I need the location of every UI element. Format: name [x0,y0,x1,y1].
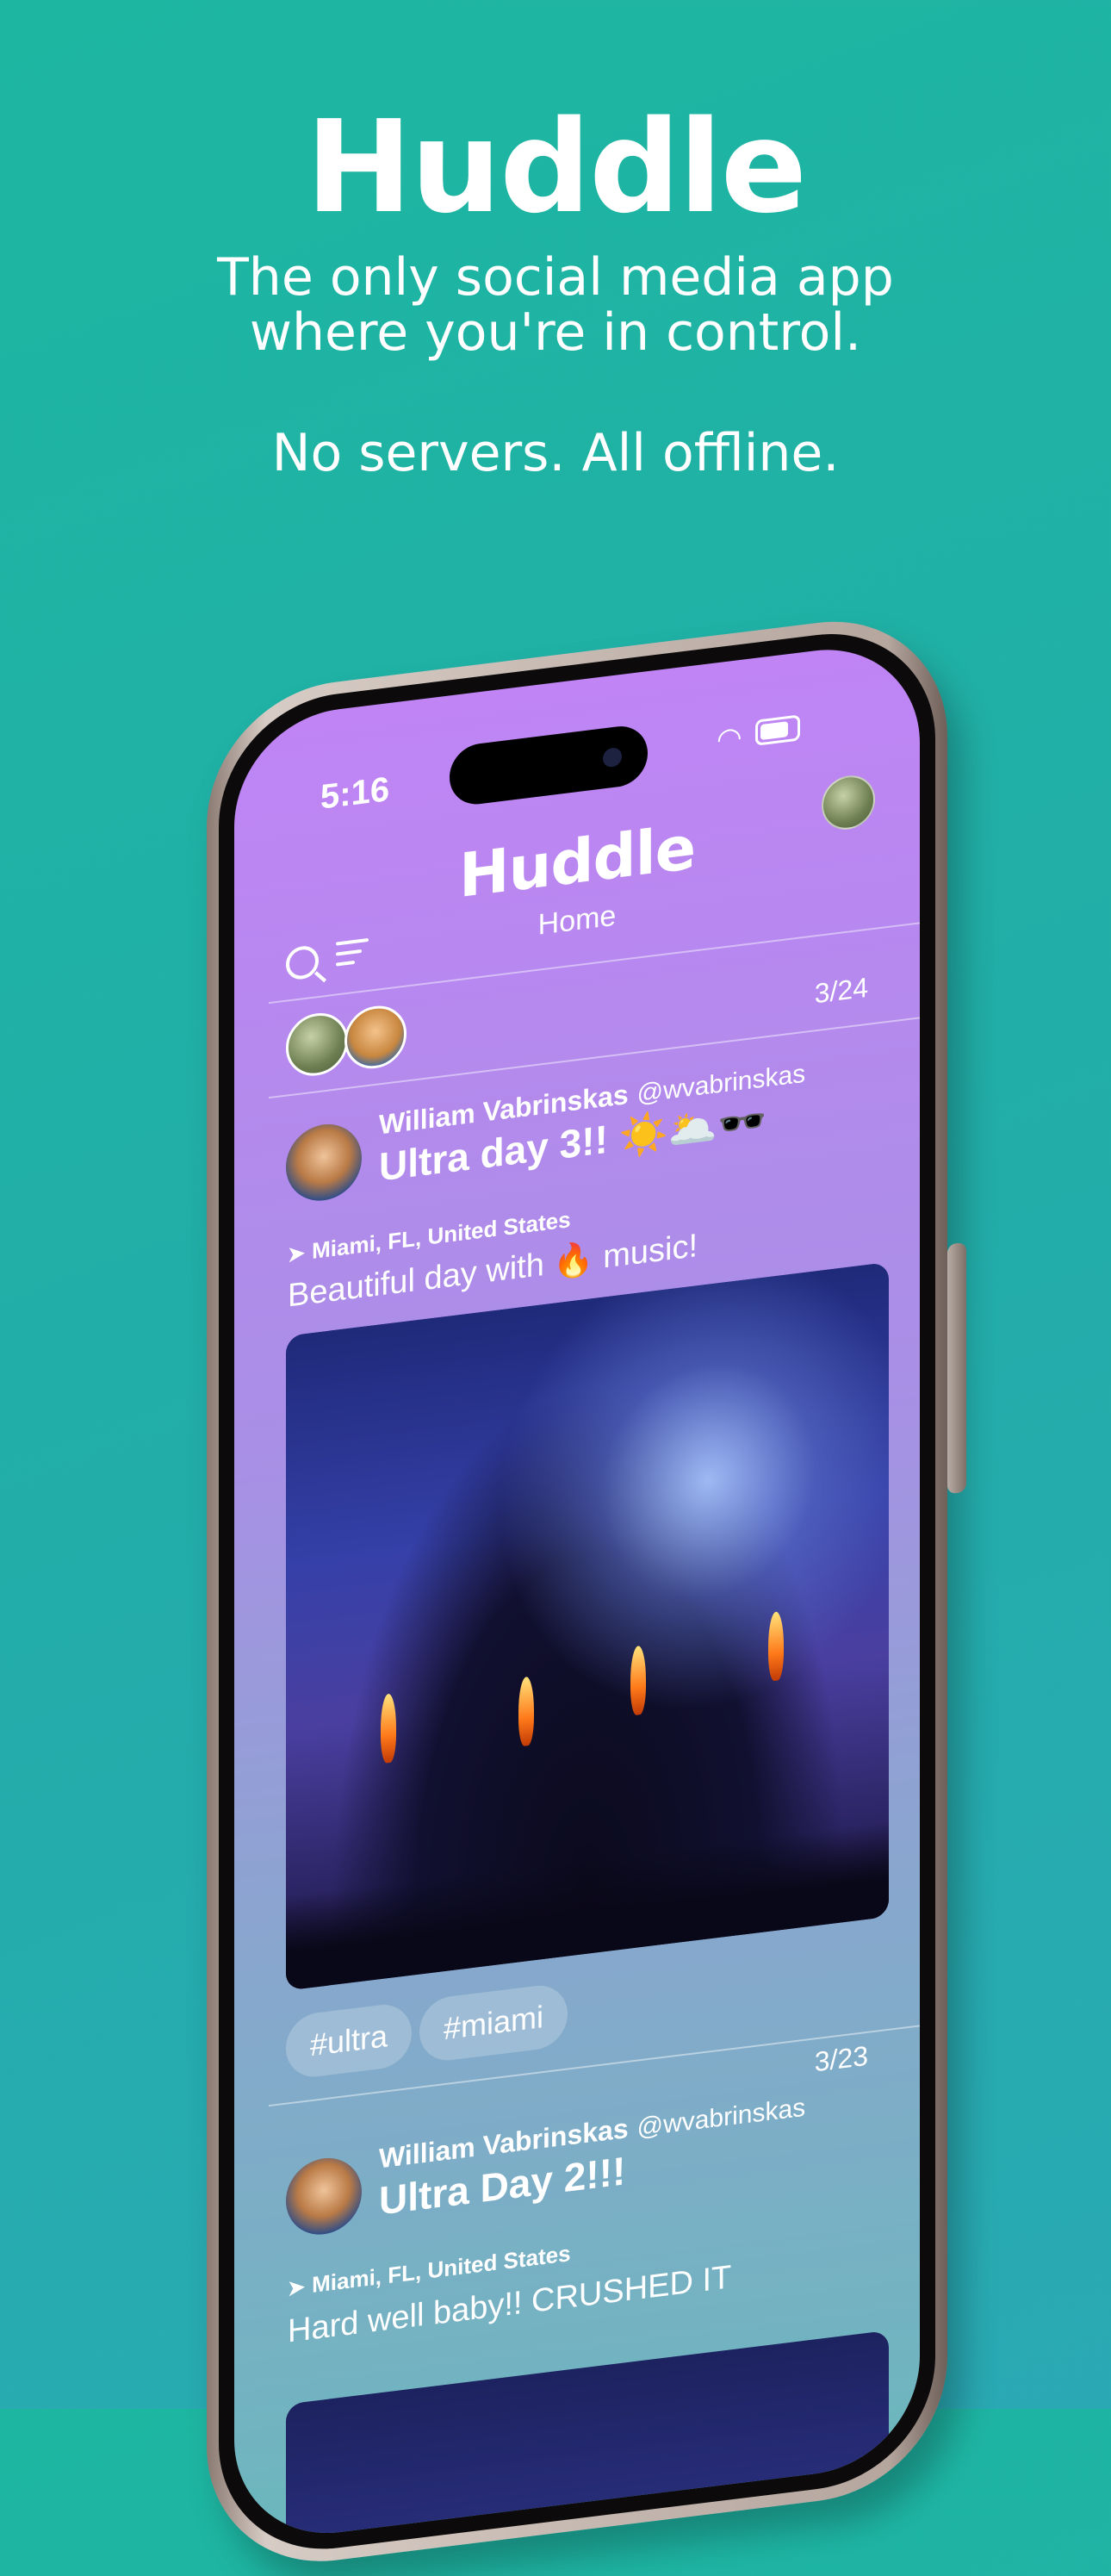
camera-icon [603,746,622,768]
pyro-flame [768,1610,784,1682]
dynamic-island [450,723,648,808]
story-avatar[interactable] [286,1009,348,1080]
hero-subtitle: The only social media app where you're i… [0,250,1111,360]
wifi-icon: ◠ [717,720,742,757]
hero-subtitle-line-2: where you're in control. [249,302,862,363]
post-card[interactable]: 3/24 William Vabrinskas @wvabrinskas Ultr… [234,638,920,2081]
post-date: 3/23 [814,2039,868,2078]
post-author-handle: @wvabrinskas [636,2093,806,2143]
battery-icon [755,714,800,746]
phone-side-button [947,1241,966,1495]
post-image[interactable] [286,1261,889,1991]
post-author-avatar[interactable] [286,2153,362,2239]
hero-title: Huddle [305,93,807,241]
pyro-flame [630,1645,646,1716]
phone-frame: 5:16 ◠ Huddle Home 3/24 William Vabrinsk… [207,607,966,2576]
status-time: 5:16 [320,769,390,817]
location-arrow-icon: ➤ [288,1241,306,1267]
tag-chip[interactable]: #ultra [286,2000,413,2081]
tag-chip[interactable]: #miami [419,1982,568,2064]
post-date: 3/24 [814,971,868,1010]
app-screen: 5:16 ◠ Huddle Home 3/24 William Vabrinsk… [234,638,920,2546]
post-author-avatar[interactable] [286,1119,362,1205]
pyro-flame [381,1692,396,1764]
phone-mockup: 5:16 ◠ Huddle Home 3/24 William Vabrinsk… [207,510,966,2576]
pyro-flame [518,1676,534,1747]
post-card[interactable]: 3/23 William Vabrinskas @wvabrinskas Ultr… [234,638,920,2546]
location-arrow-icon: ➤ [288,2274,306,2301]
filter-menu-icon[interactable] [336,937,369,974]
hero-tagline: No servers. All offline. [271,423,840,483]
hero-subtitle-line-1: The only social media app [217,247,894,308]
story-avatar[interactable] [344,1002,407,1073]
crowd-silhouette [286,1821,889,1991]
